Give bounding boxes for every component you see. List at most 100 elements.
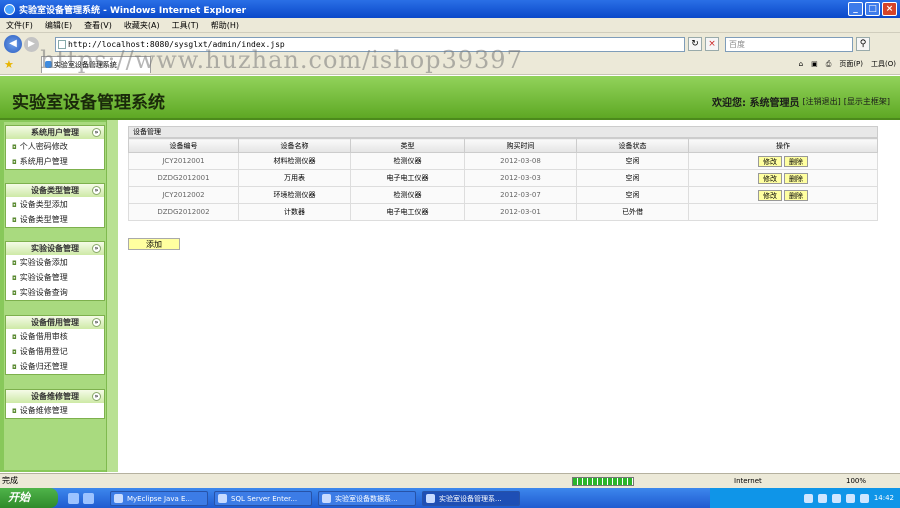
group-equipment-head[interactable]: 实验设备管理 » [6, 242, 104, 255]
group-type-head[interactable]: 设备类型管理 » [6, 184, 104, 197]
sidebar-item-type-manage[interactable]: 设备类型管理 [6, 212, 104, 227]
cell-name: 万用表 [238, 169, 351, 187]
group-borrow: 设备借用管理 » 设备借用审核 设备借用登记 设备归还管理 [5, 315, 105, 375]
search-icon[interactable]: ⚲ [856, 37, 870, 51]
app-title: 实验室设备管理系统 [12, 93, 165, 113]
cell-status: 已外借 [576, 203, 689, 221]
menu-edit[interactable]: 编辑(E) [45, 20, 72, 31]
cell-id: JCY2012001 [128, 152, 239, 170]
cell-name: 计数器 [238, 203, 351, 221]
chevron-icon[interactable]: » [92, 186, 101, 195]
edit-button[interactable]: 修改 [758, 172, 782, 184]
sidebar-item-repair[interactable]: 设备维修管理 [6, 403, 104, 418]
menu-file[interactable]: 文件(F) [6, 20, 33, 31]
cell-ops: 修改 删除 [688, 186, 878, 204]
cell-name: 材料检测仪器 [238, 152, 351, 170]
delete-button[interactable]: 删除 [784, 189, 808, 201]
tray-icon[interactable] [859, 493, 869, 503]
task-myeclipse[interactable]: MyEclipse Java E... [110, 490, 208, 506]
zoom-level[interactable]: 100% [846, 474, 866, 488]
menu-view[interactable]: 查看(V) [84, 20, 112, 31]
maximize-button[interactable]: □ [865, 2, 880, 16]
tools-menu[interactable]: 工具(O) [871, 59, 896, 69]
feeds-icon[interactable]: ▣ [811, 60, 818, 68]
delete-button[interactable]: 删除 [784, 155, 808, 167]
back-button[interactable]: ◀ [4, 35, 22, 53]
cell-type: 检测仪器 [350, 152, 465, 170]
chevron-icon[interactable]: » [92, 392, 101, 401]
menu-help[interactable]: 帮助(H) [211, 20, 239, 31]
add-button[interactable]: 添加 [128, 238, 180, 250]
sidebar-item-borrow-review[interactable]: 设备借用审核 [6, 329, 104, 344]
group-type: 设备类型管理 » 设备类型添加 设备类型管理 [5, 183, 105, 228]
cell-id: DZDG2012002 [128, 203, 239, 221]
cell-type: 电子电工仪器 [350, 203, 465, 221]
group-borrow-head[interactable]: 设备借用管理 » [6, 316, 104, 329]
task-sqlserver[interactable]: SQL Server Enter... [214, 490, 312, 506]
favorites-star-icon[interactable]: ★ [4, 58, 14, 71]
start-button[interactable]: 开始 [0, 488, 58, 508]
cell-ops: 修改 删除 [688, 169, 878, 187]
group-repair-head[interactable]: 设备维修管理 » [6, 390, 104, 403]
tray-icon[interactable] [831, 493, 841, 503]
chevron-icon[interactable]: » [92, 128, 101, 137]
cell-date: 2012-03-08 [464, 152, 577, 170]
forward-button[interactable]: ▶ [24, 36, 39, 52]
tray-icon[interactable] [803, 493, 813, 503]
home-icon[interactable]: ⌂ [799, 60, 803, 68]
cell-date: 2012-03-01 [464, 203, 577, 221]
cell-type: 电子电工仪器 [350, 169, 465, 187]
edit-button[interactable]: 修改 [758, 155, 782, 167]
menu-tools[interactable]: 工具(T) [172, 20, 199, 31]
col-header: 购买时间 [464, 138, 577, 153]
sidebar-item-equip-add[interactable]: 实验设备添加 [6, 255, 104, 270]
print-icon[interactable]: ⎙ [826, 60, 832, 69]
chevron-icon[interactable]: » [92, 318, 101, 327]
window-titlebar: 实验室设备管理系统 - Windows Internet Explorer _ … [0, 0, 900, 18]
sidebar-item-password[interactable]: 个人密码修改 [6, 139, 104, 154]
col-header: 类型 [350, 138, 465, 153]
desktop-icon[interactable] [68, 492, 79, 504]
chevron-icon[interactable]: » [92, 244, 101, 253]
group-title: 设备维修管理 [31, 392, 79, 401]
sidebar-collapse-strip[interactable] [106, 120, 118, 472]
search-input[interactable]: 百度 [725, 36, 853, 52]
sidebar-item-equip-manage[interactable]: 实验设备管理 [6, 270, 104, 285]
ie-launch-icon[interactable] [83, 492, 94, 504]
logout-link[interactable]: [注销退出] [803, 96, 841, 107]
group-equipment: 实验设备管理 » 实验设备添加 实验设备管理 实验设备查询 [5, 241, 105, 301]
sidebar-item-borrow-register[interactable]: 设备借用登记 [6, 344, 104, 359]
sidebar-item-return[interactable]: 设备归还管理 [6, 359, 104, 374]
minimize-button[interactable]: _ [848, 2, 863, 16]
table-row: JCY2012001 材料检测仪器 检测仪器 2012-03-08 空闲 修改删… [128, 152, 878, 170]
sidebar-item-users[interactable]: 系统用户管理 [6, 154, 104, 169]
stop-icon[interactable]: × [705, 37, 719, 51]
tray-icon[interactable] [817, 493, 827, 503]
panel-title: 设备管理 [128, 126, 878, 138]
menu-bar: 文件(F) 编辑(E) 查看(V) 收藏夹(A) 工具(T) 帮助(H) [0, 18, 900, 33]
ie-icon [4, 3, 15, 15]
table-row: DZDG2012001 万用表 电子电工仪器 2012-03-03 空闲 修改删… [128, 169, 878, 187]
menu-favorites[interactable]: 收藏夹(A) [124, 20, 160, 31]
home-frame-link[interactable]: [显示主框架] [844, 96, 890, 107]
sidebar-item-equip-query[interactable]: 实验设备查询 [6, 285, 104, 300]
app-header: 实验室设备管理系统 欢迎您: 系统管理员 [注销退出] [显示主框架] [0, 76, 900, 120]
cell-date: 2012-03-07 [464, 186, 577, 204]
group-title: 实验设备管理 [31, 244, 79, 253]
task-lab-system[interactable]: 实验室设备管理系... [422, 490, 520, 506]
edit-button[interactable]: 修改 [758, 189, 782, 201]
status-text: 完成 [2, 476, 18, 485]
delete-button[interactable]: 删除 [784, 172, 808, 184]
cell-status: 空闲 [576, 152, 689, 170]
system-tray: 14:42 [710, 488, 900, 508]
page-menu[interactable]: 页面(P) [839, 59, 863, 69]
window-title: 实验室设备管理系统 - Windows Internet Explorer [19, 5, 247, 16]
col-header: 操作 [688, 138, 878, 153]
refresh-icon[interactable]: ↻ [688, 37, 702, 51]
group-user-head[interactable]: 系统用户管理 » [6, 126, 104, 139]
col-header: 设备状态 [576, 138, 689, 153]
close-button[interactable]: × [882, 2, 897, 16]
sidebar-item-type-add[interactable]: 设备类型添加 [6, 197, 104, 212]
tray-icon[interactable] [845, 493, 855, 503]
task-lab-db[interactable]: 实验室设备数据系... [318, 490, 416, 506]
